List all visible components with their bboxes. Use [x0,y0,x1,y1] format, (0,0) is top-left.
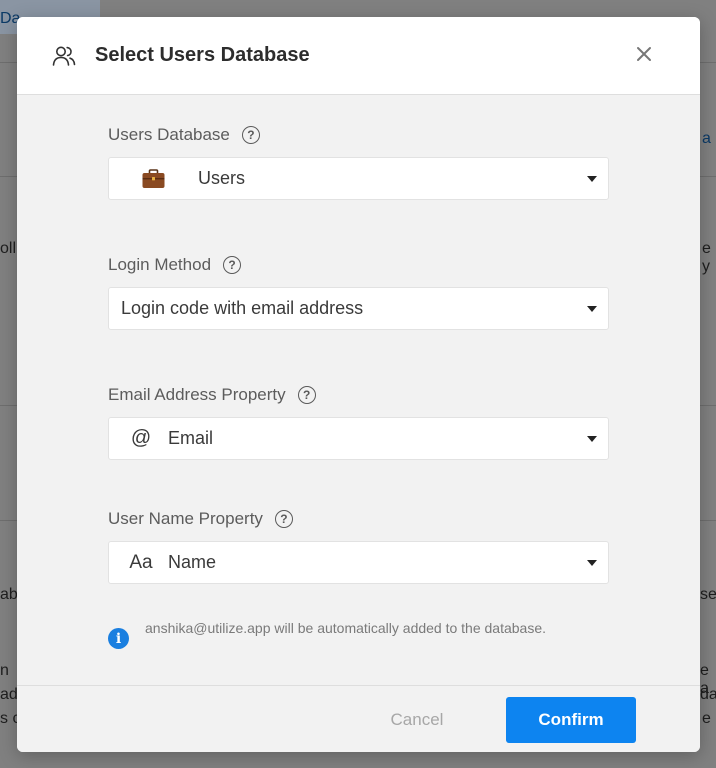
login-method-label-row: Login Method ? [108,253,609,277]
user-name-property-label: User Name Property [108,509,263,528]
user-name-property-field: User Name Property ? Aa Name [108,507,609,584]
users-database-value: Users [198,168,246,188]
modal-title: Select Users Database [95,44,310,66]
users-database-label: Users Database [108,125,230,144]
chevron-down-icon [587,176,597,182]
help-icon[interactable]: ? [223,256,242,274]
chevron-down-icon [587,436,597,442]
email-address-property-label-row: Email Address Property ? [108,383,609,407]
background-text-fragment: n [0,662,9,679]
users-database-label-row: Users Database ? [108,123,609,147]
chevron-down-icon [587,306,597,312]
email-address-property-field: Email Address Property ? @ Email [108,383,609,460]
select-users-database-modal: Select Users Database Users Database ? U… [17,17,700,752]
email-address-property-value: Email [168,428,214,448]
help-icon[interactable]: ? [297,386,316,404]
background-text-fragment: e [702,710,711,727]
briefcase-icon [142,168,165,189]
info-icon: i [108,628,129,649]
users-database-select[interactable]: Users [108,157,609,200]
background-text-fragment: se [700,586,716,603]
chevron-down-icon [587,560,597,566]
modal-header: Select Users Database [17,17,700,95]
email-address-property-label: Email Address Property [108,385,286,404]
close-icon [637,47,651,61]
background-text-fragment: oll [0,240,17,257]
info-text: anshika@utilize.app will be automaticall… [145,620,547,636]
users-icon [51,43,77,69]
background-link-fragment: a [702,130,711,147]
confirm-button[interactable]: Confirm [506,697,636,743]
help-icon[interactable]: ? [274,510,293,528]
background-text-fragment: e y [702,240,711,275]
modal-footer: Cancel Confirm [17,685,700,752]
background-text-fragment: ab [0,586,18,603]
background-text-fragment: da [700,686,716,703]
help-icon[interactable]: ? [241,126,260,144]
close-button[interactable] [632,42,656,66]
login-method-label: Login Method [108,255,212,274]
login-method-field: Login Method ? Login code with email add… [108,253,609,330]
cancel-button[interactable]: Cancel [357,697,477,743]
login-method-select[interactable]: Login code with email address [108,287,609,330]
user-name-property-value: Name [168,552,217,572]
user-name-property-label-row: User Name Property ? [108,507,609,531]
email-address-property-select[interactable]: @ Email [108,417,609,460]
background-text-fragment: ad [0,686,18,703]
user-name-property-select[interactable]: Aa Name [108,541,609,584]
text-type-icon: Aa [129,551,153,573]
login-method-value: Login code with email address [121,298,364,318]
users-database-field: Users Database ? Users [108,123,609,200]
at-sign-icon: @ [130,427,152,449]
info-note: i anshika@utilize.app will be automatica… [108,619,588,649]
